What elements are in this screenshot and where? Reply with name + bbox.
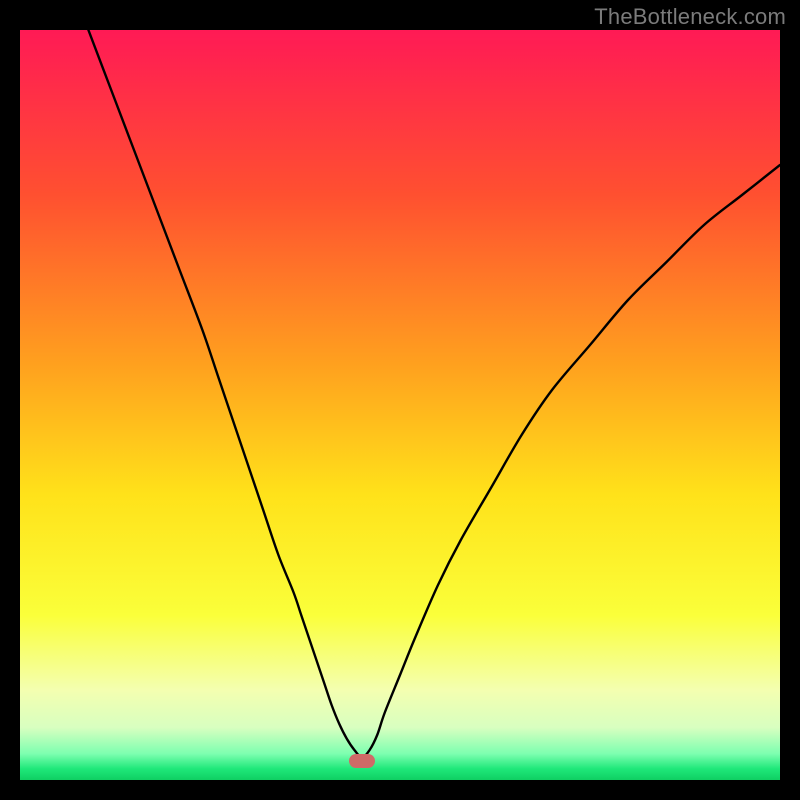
watermark-text: TheBottleneck.com bbox=[594, 4, 786, 30]
minimum-marker bbox=[349, 754, 375, 768]
chart-container: TheBottleneck.com bbox=[0, 0, 800, 800]
plot-svg bbox=[20, 30, 780, 780]
gradient-background bbox=[20, 30, 780, 780]
plot-area bbox=[20, 30, 780, 780]
